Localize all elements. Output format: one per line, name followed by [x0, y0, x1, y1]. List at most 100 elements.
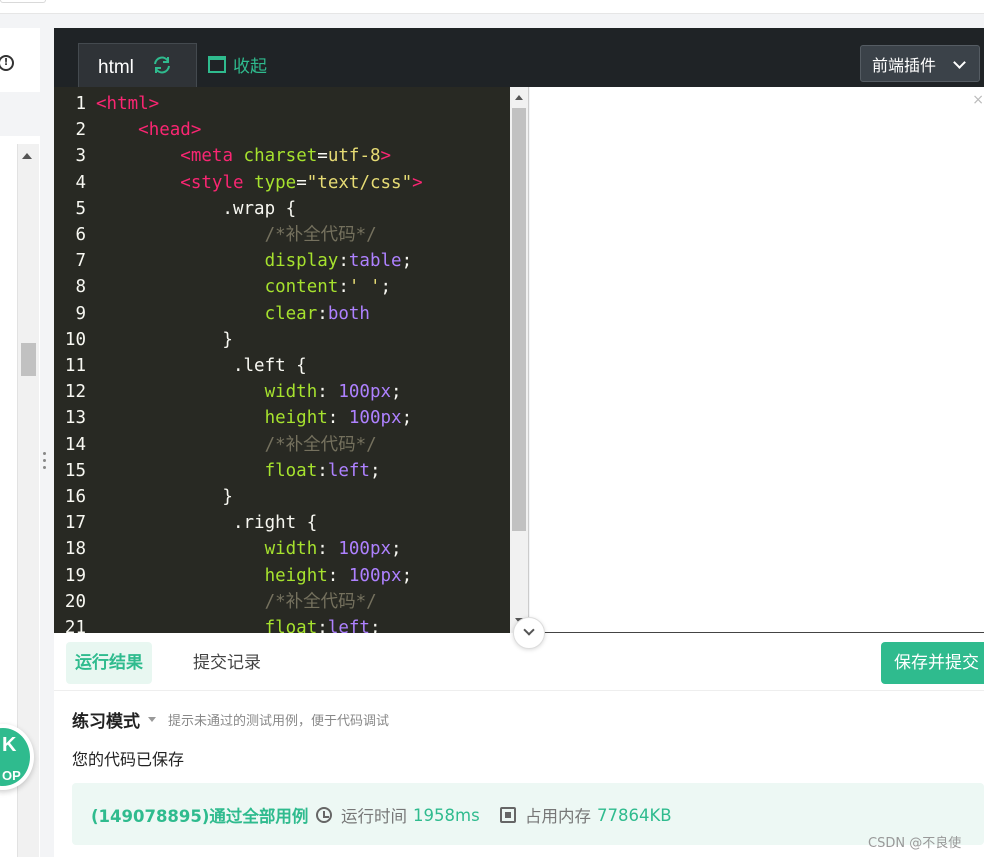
- line-number: 2: [75, 120, 86, 141]
- code-text: <head>: [138, 120, 202, 141]
- left-scroll-thumb[interactable]: [21, 343, 36, 376]
- code-text: width: 100px;: [264, 382, 402, 403]
- line-number: 10: [64, 329, 86, 350]
- line-number: 13: [64, 408, 86, 429]
- code-line[interactable]: 9 clear:both: [54, 301, 510, 327]
- code-text: <style type="text/css">: [180, 172, 423, 193]
- line-number: 11: [64, 356, 86, 376]
- close-icon[interactable]: ×: [972, 92, 984, 108]
- code-line[interactable]: 14 /*补全代码*/: [54, 432, 510, 458]
- code-line[interactable]: 2 <head>: [54, 117, 510, 143]
- line-number: 17: [64, 513, 86, 534]
- code-text: clear:both: [264, 303, 370, 324]
- drag-handle-icon[interactable]: [43, 452, 47, 472]
- line-number: 19: [64, 565, 86, 586]
- code-text: height: 100px;: [264, 565, 413, 586]
- result-panel: 运行结果 提交记录 保存并提交 练习模式 提示未通过的测试用例，便于代码调试 您…: [54, 633, 984, 857]
- code-line[interactable]: 3 <meta charset=utf-8>: [54, 143, 510, 169]
- code-editor[interactable]: 1 <html> 2 <head> 3 <meta charset=utf-8> 4 <…: [54, 87, 510, 633]
- code-text: height: 100px;: [264, 408, 413, 429]
- top-bar: [0, 0, 984, 14]
- code-text: }: [96, 329, 233, 350]
- line-number: 21: [64, 618, 86, 633]
- code-text: float:left;: [264, 618, 381, 633]
- badge-line1: K: [2, 734, 17, 756]
- code-line[interactable]: 19 height: 100px;: [54, 563, 510, 589]
- badge-line2: OP: [2, 768, 21, 783]
- code-line[interactable]: 11 .left {: [54, 353, 510, 379]
- watermark: CSDN @不良使: [868, 836, 962, 851]
- info-icon[interactable]: !: [0, 55, 14, 71]
- result-box: (149078895)通过全部用例 运行时间 1958ms 占用内存 77864…: [72, 783, 984, 845]
- pass-text: (149078895)通过全部用例: [91, 807, 309, 826]
- code-text: }: [96, 487, 233, 507]
- memory-chip-icon: [500, 807, 516, 823]
- runtime-meta: 运行时间 1958ms: [316, 803, 480, 827]
- collapse-button[interactable]: 收起: [208, 53, 267, 77]
- line-number: 15: [64, 460, 86, 481]
- code-text: width: 100px;: [264, 539, 402, 560]
- scroll-up-arrow-icon[interactable]: [22, 153, 32, 159]
- code-line[interactable]: 21 float:left;: [54, 615, 510, 633]
- plugin-dropdown[interactable]: 前端插件: [860, 45, 980, 82]
- memory-meta: 占用内存 77864KB: [500, 803, 672, 827]
- practice-mode[interactable]: 练习模式 提示未通过的测试用例，便于代码调试: [72, 708, 389, 732]
- code-line[interactable]: 10 }: [54, 327, 510, 353]
- line-number: 14: [64, 434, 86, 455]
- code-scroll-thumb[interactable]: [512, 108, 526, 531]
- code-line[interactable]: 17 .right {: [54, 510, 510, 536]
- mode-title: 练习模式: [72, 711, 140, 732]
- collapse-label: 收起: [233, 56, 267, 77]
- line-number: 18: [64, 539, 86, 560]
- saved-message: 您的代码已保存: [72, 750, 185, 769]
- refresh-icon[interactable]: [151, 54, 173, 76]
- code-line[interactable]: 6 /*补全代码*/: [54, 222, 510, 248]
- clock-icon: [316, 807, 332, 823]
- tab-submit-record[interactable]: 提交记录: [193, 642, 261, 684]
- line-number: 16: [64, 487, 86, 507]
- code-line[interactable]: 13 height: 100px;: [54, 405, 510, 431]
- code-line[interactable]: 20 /*补全代码*/: [54, 589, 510, 615]
- line-number: 20: [64, 591, 86, 612]
- code-line[interactable]: 8 content:' ';: [54, 274, 510, 300]
- line-number: 3: [75, 146, 86, 167]
- code-text: .right {: [96, 513, 318, 534]
- line-number: 6: [75, 225, 86, 245]
- code-text: content:' ';: [264, 277, 392, 298]
- line-number: 4: [75, 172, 86, 193]
- line-number: 8: [75, 277, 86, 298]
- memory-label: 占用内存: [525, 807, 591, 826]
- code-line[interactable]: 15 float:left;: [54, 458, 510, 484]
- code-line[interactable]: 5 .wrap {: [54, 196, 510, 222]
- tab-html-label: html: [98, 57, 134, 78]
- save-submit-button[interactable]: 保存并提交: [881, 642, 984, 684]
- preview-pane: ×: [530, 87, 984, 633]
- code-line[interactable]: 16 }: [54, 484, 510, 510]
- tab-html[interactable]: html: [78, 43, 197, 87]
- code-text: .left {: [96, 356, 307, 376]
- code-line[interactable]: 7 display:table;: [54, 248, 510, 274]
- chevron-down-icon: [953, 56, 966, 69]
- left-info-panel: !: [0, 28, 40, 92]
- code-line[interactable]: 18 width: 100px;: [54, 536, 510, 562]
- chevron-down-icon: [523, 624, 535, 636]
- code-scrollbar[interactable]: [510, 87, 529, 633]
- line-number: 5: [75, 198, 86, 219]
- code-line[interactable]: 12 width: 100px;: [54, 379, 510, 405]
- code-text: display:table;: [264, 251, 413, 272]
- memory-value: 77864KB: [597, 805, 672, 825]
- caret-down-icon: [148, 716, 156, 722]
- code-text: .wrap {: [96, 198, 297, 219]
- collapse-icon: [208, 55, 226, 73]
- collapse-editor-button[interactable]: [513, 617, 545, 649]
- code-text: float:left;: [264, 460, 381, 481]
- tab-run-result[interactable]: 运行结果: [66, 642, 152, 684]
- line-number: 1: [75, 94, 86, 114]
- code-text: /*补全代码*/: [264, 434, 377, 455]
- top-tab[interactable]: [0, 0, 46, 3]
- line-number: 7: [75, 251, 86, 272]
- code-line[interactable]: 1 <html>: [54, 91, 510, 117]
- code-line[interactable]: 4 <style type="text/css">: [54, 170, 510, 196]
- scroll-up-arrow-icon[interactable]: [515, 95, 523, 100]
- line-number: 9: [75, 303, 86, 324]
